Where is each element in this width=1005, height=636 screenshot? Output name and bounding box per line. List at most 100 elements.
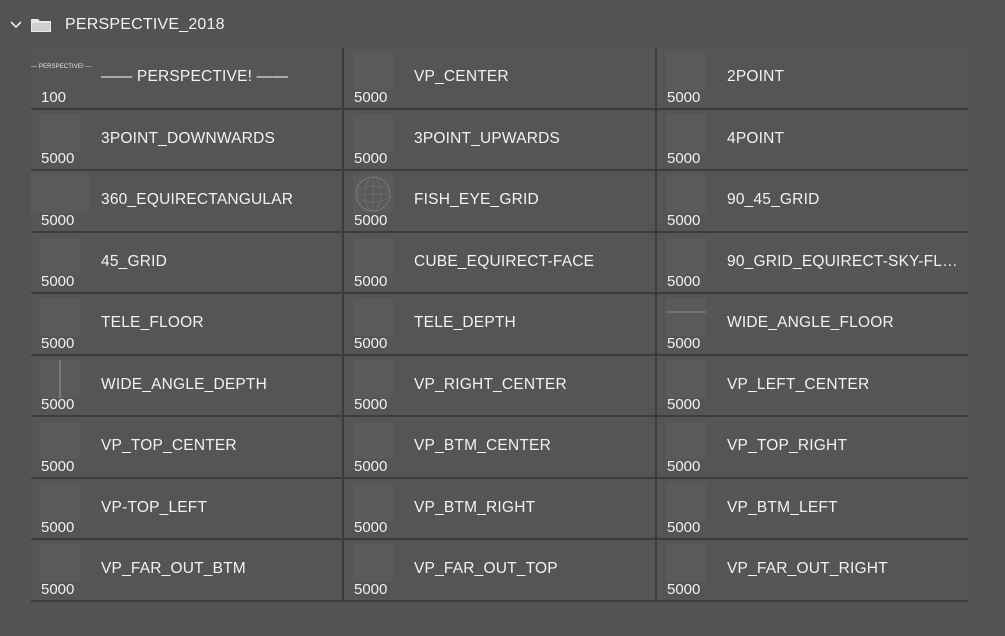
brush-preset-tile[interactable]: 5000 VP_BTM_CENTER — [344, 417, 655, 477]
brush-preset-tile[interactable]: 5000 VP_RIGHT_CENTER — [344, 355, 655, 415]
brush-name: VP_BTM_RIGHT — [414, 498, 536, 516]
brush-name: 90_GRID_EQUIRECT-SKY-FLO... — [727, 252, 963, 270]
brush-preset-tile[interactable]: 5000 VP_FAR_OUT_RIGHT — [657, 540, 968, 600]
brush-size: 5000 — [667, 519, 701, 536]
brush-size: 5000 — [667, 457, 701, 475]
brush-size: 5000 — [667, 334, 701, 352]
brush-grid: — PERSPECTIVE! — 100 —— PERSPECTIVE! —— 500… — [31, 48, 968, 602]
brush-thumbnail — [666, 236, 706, 275]
brush-preset-tile[interactable]: 5000 VP_LEFT_CENTER — [657, 355, 968, 415]
brush-thumbnail — [40, 113, 80, 152]
brush-size: 5000 — [41, 334, 75, 352]
brush-thumbnail — [353, 544, 393, 582]
brush-preset-tile[interactable]: 5000 360_EQUIRECTANGULAR — [31, 171, 342, 231]
brush-preset-tile[interactable]: 5000 WIDE_ANGLE_FLOOR — [657, 294, 968, 354]
brush-name: TELE_DEPTH — [414, 314, 516, 331]
brush-preset-tile[interactable]: 5000 VP_TOP_RIGHT — [657, 417, 968, 477]
brush-size: 5000 — [354, 519, 388, 536]
brush-size: 5000 — [354, 273, 388, 290]
brush-preset-tile[interactable]: 5000 90_45_GRID — [657, 171, 968, 231]
brush-preset-tile[interactable]: 5000 VP_CENTER — [344, 48, 655, 108]
brush-thumbnail — [353, 175, 393, 213]
brush-group-header[interactable]: PERSPECTIVE_2018 — [0, 0, 1005, 50]
brush-name: VP_FAR_OUT_RIGHT — [727, 560, 888, 577]
brush-thumbnail — [353, 236, 393, 275]
brush-size: 5000 — [41, 580, 75, 598]
brush-name: VP_FAR_OUT_BTM — [101, 560, 246, 577]
brush-name: 360_EQUIRECTANGULAR — [101, 191, 294, 208]
brush-size: 5000 — [667, 396, 701, 413]
brush-name: VP_BTM_CENTER — [414, 437, 551, 454]
brush-size: 5000 — [354, 457, 388, 475]
brush-preset-tile[interactable]: 5000 3POINT_DOWNWARDS — [31, 109, 342, 169]
brush-preset-tile[interactable]: 5000 WIDE_ANGLE_DEPTH — [31, 355, 342, 415]
brush-preset-tile[interactable]: 5000 3POINT_UPWARDS — [344, 109, 655, 169]
brush-name: TELE_FLOOR — [101, 314, 204, 331]
brush-size: 5000 — [667, 273, 701, 290]
brush-name: WIDE_ANGLE_DEPTH — [101, 375, 267, 393]
brush-thumbnail — [40, 236, 80, 275]
brush-name: 4POINT — [727, 129, 785, 147]
folder-icon — [30, 17, 52, 33]
brush-preset-tile[interactable]: — PERSPECTIVE! — 100 —— PERSPECTIVE! —— — [31, 48, 342, 108]
brush-name: WIDE_ANGLE_FLOOR — [727, 314, 894, 331]
brush-size: 5000 — [354, 580, 388, 598]
brush-size: 5000 — [667, 580, 701, 598]
brush-preset-tile[interactable]: 5000 45_GRID — [31, 232, 342, 292]
brush-name: —— PERSPECTIVE! —— — [101, 68, 289, 85]
brush-thumbnail — [666, 359, 706, 398]
brush-preset-tile[interactable]: 5000 4POINT — [657, 109, 968, 169]
brush-preset-tile[interactable]: 5000 CUBE_EQUIRECT-FACE — [344, 232, 655, 292]
brush-preset-tile[interactable]: 5000 VP-TOP_LEFT — [31, 478, 342, 538]
brush-name: 90_45_GRID — [727, 191, 820, 208]
brush-thumbnail — [666, 298, 706, 336]
brush-size: 5000 — [354, 150, 388, 167]
brush-name: VP_RIGHT_CENTER — [414, 375, 567, 393]
brush-thumbnail — [353, 298, 393, 336]
brush-preset-tile[interactable]: 5000 2POINT — [657, 48, 968, 108]
brush-name: 3POINT_UPWARDS — [414, 129, 561, 147]
brush-size: 5000 — [354, 88, 388, 106]
brush-name: VP_FAR_OUT_TOP — [414, 560, 558, 577]
brush-preset-tile[interactable]: 5000 VP_FAR_OUT_TOP — [344, 540, 655, 600]
brush-thumbnail — [666, 482, 706, 521]
brush-thumbnail — [666, 52, 706, 90]
brush-name: VP_BTM_LEFT — [727, 498, 838, 516]
brush-thumbnail — [353, 113, 393, 152]
brush-thumbnail — [40, 298, 80, 336]
brush-preset-tile[interactable]: 5000 VP_BTM_RIGHT — [344, 478, 655, 538]
brush-preset-tile[interactable]: 5000 TELE_DEPTH — [344, 294, 655, 354]
brush-panel: PERSPECTIVE_2018 — PERSPECTIVE! — 100 —— P… — [0, 0, 1005, 636]
brush-thumbnail — [40, 544, 80, 582]
brush-size: 5000 — [667, 150, 701, 167]
brush-preset-tile[interactable]: 5000 VP_BTM_LEFT — [657, 478, 968, 538]
brush-size: 5000 — [41, 273, 75, 290]
brush-name: CUBE_EQUIRECT-FACE — [414, 252, 595, 270]
brush-size: 5000 — [354, 211, 388, 229]
brush-thumbnail — [31, 175, 89, 213]
brush-thumbnail — [40, 421, 80, 459]
brush-preset-tile[interactable]: 5000 TELE_FLOOR — [31, 294, 342, 354]
brush-size: 5000 — [41, 211, 75, 229]
brush-thumbnail: — PERSPECTIVE! — — [31, 52, 92, 90]
brush-thumbnail — [40, 482, 80, 521]
brush-size: 5000 — [41, 396, 75, 413]
brush-name: VP-TOP_LEFT — [101, 498, 208, 516]
brush-name: VP_LEFT_CENTER — [727, 375, 870, 393]
brush-size: 5000 — [667, 88, 701, 106]
brush-preset-tile[interactable]: 5000 VP_TOP_CENTER — [31, 417, 342, 477]
brush-name: 3POINT_DOWNWARDS — [101, 129, 275, 147]
brush-size: 5000 — [41, 150, 75, 167]
brush-size: 100 — [41, 88, 67, 106]
brush-thumbnail — [666, 113, 706, 152]
brush-preset-tile[interactable]: 5000 90_GRID_EQUIRECT-SKY-FLO... — [657, 232, 968, 292]
brush-thumbnail — [40, 359, 80, 398]
chevron-down-icon[interactable] — [8, 17, 24, 33]
brush-size: 5000 — [354, 334, 388, 352]
brush-preset-tile[interactable]: 5000 FISH_EYE_GRID — [344, 171, 655, 231]
brush-thumbnail — [666, 175, 706, 213]
brush-thumbnail-text: — PERSPECTIVE! — — [31, 64, 92, 70]
brush-preset-tile[interactable]: 5000 VP_FAR_OUT_BTM — [31, 540, 342, 600]
brush-thumbnail — [353, 482, 393, 521]
brush-name: FISH_EYE_GRID — [414, 191, 539, 208]
